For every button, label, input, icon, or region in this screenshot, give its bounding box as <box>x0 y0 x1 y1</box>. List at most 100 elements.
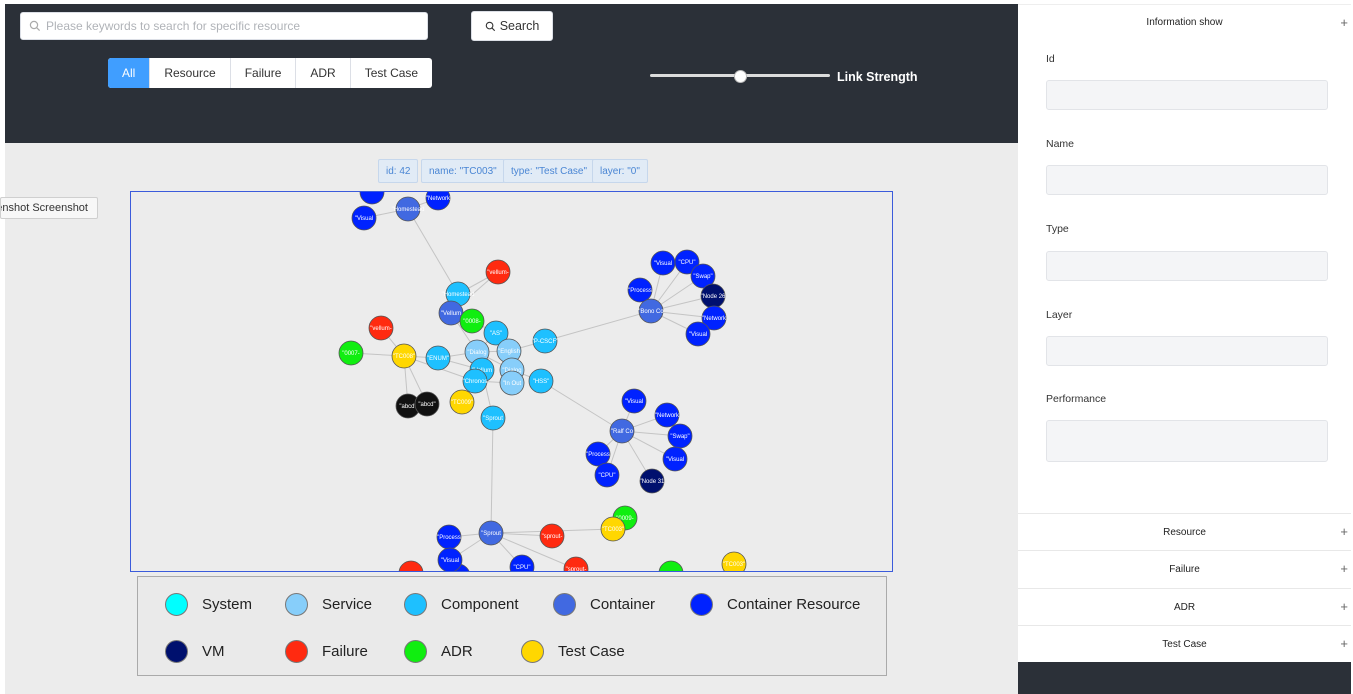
network-graph-canvas[interactable]: "Visual"Homestead"Network"vellum-"Homest… <box>131 192 892 571</box>
tab-resource[interactable]: Resource <box>149 58 229 88</box>
performance-field[interactable] <box>1046 420 1328 462</box>
graph-node[interactable]: "ENUM" <box>425 345 451 371</box>
info-panel-footer <box>1018 662 1351 694</box>
graph-node-label: "Visual <box>666 457 684 463</box>
graph-node[interactable]: "Visual <box>662 446 688 472</box>
graph-node[interactable]: "Process <box>627 277 653 303</box>
graph-node[interactable]: "CPU" <box>594 462 620 488</box>
graph-node[interactable]: "0008- <box>459 308 485 334</box>
graph-node[interactable]: "In Out <box>499 370 525 396</box>
info-panel-header[interactable]: Information show + <box>1018 4 1351 42</box>
graph-node[interactable]: "Network <box>425 192 451 211</box>
graph-node[interactable]: "vellum- <box>368 315 394 341</box>
field-label-layer: Layer <box>1046 309 1073 321</box>
plus-icon[interactable]: + <box>1340 15 1348 30</box>
graph-node[interactable]: "Visual <box>437 547 463 571</box>
graph-node[interactable]: "Ralf Co <box>609 418 635 444</box>
graph-node-label: "vellum- <box>487 270 508 276</box>
tab-adr[interactable]: ADR <box>295 58 349 88</box>
id-field[interactable] <box>1046 80 1328 110</box>
legend-swatch <box>690 593 713 616</box>
graph-node[interactable]: "TC003" <box>721 551 747 571</box>
graph-node[interactable]: "sprout- <box>563 556 589 571</box>
accordion-resource[interactable]: Resource + <box>1018 513 1351 551</box>
accordion-test-case[interactable]: Test Case + <box>1018 625 1351 663</box>
graph-node[interactable]: "Visual <box>351 205 377 231</box>
legend-label: Container <box>590 596 656 613</box>
graph-node[interactable]: "Sprout <box>478 520 504 546</box>
graph-node[interactable]: "Homestead <box>392 196 425 222</box>
graph-node-label: "In Out <box>503 381 522 387</box>
graph-node-label: "0007- <box>342 351 359 357</box>
screenshot-tooltip[interactable]: Screenshot Screenshot <box>0 197 98 219</box>
graph-node-label: "English <box>498 349 520 355</box>
graph-node-label: "Network <box>702 316 727 322</box>
legend-item-failure: Failure <box>285 640 368 663</box>
layer-field[interactable] <box>1046 336 1328 366</box>
link-strength-slider-handle[interactable] <box>734 70 747 83</box>
graph-node[interactable] <box>359 192 385 205</box>
graph-node[interactable]: "0007- <box>338 340 364 366</box>
plus-icon[interactable]: + <box>1340 561 1348 576</box>
graph-node-label: "TC009" <box>451 400 473 406</box>
legend-item-service: Service <box>285 593 372 616</box>
graph-node[interactable]: "sprout- <box>539 523 565 549</box>
graph-node-label: "Visual <box>689 332 707 338</box>
search-button-label: Search <box>499 19 540 33</box>
graph-node[interactable] <box>398 560 424 571</box>
graph-node-label: "TC003" <box>602 527 624 533</box>
graph-node[interactable]: "Vellum <box>438 300 464 326</box>
graph-node-label: "vellum- <box>370 326 391 332</box>
graph-node[interactable]: "Visual <box>685 321 711 347</box>
graph-node[interactable]: "vellum- <box>485 259 511 285</box>
graph-node-label: "Node 31 <box>640 479 665 485</box>
accordion-failure[interactable]: Failure + <box>1018 550 1351 588</box>
accordion-label: Resource <box>1163 527 1206 538</box>
graph-node[interactable]: "P-CSCF" <box>532 328 559 354</box>
plus-icon[interactable]: + <box>1340 524 1348 539</box>
legend-item-adr: ADR <box>404 640 473 663</box>
graph-node[interactable]: "Network <box>654 402 680 428</box>
tab-test-case[interactable]: Test Case <box>349 58 432 88</box>
graph-node-label: "Swap" <box>670 434 689 440</box>
legend-label: Container Resource <box>727 596 861 613</box>
network-graph[interactable]: "Visual "Homestead "Network "vellum- "Homest… <box>130 191 893 572</box>
graph-node[interactable]: "Chronos <box>463 368 488 394</box>
plus-icon[interactable]: + <box>1340 636 1348 651</box>
tab-all[interactable]: All <box>108 58 150 88</box>
graph-node[interactable]: "TC009" <box>449 389 475 415</box>
graph-node[interactable]: "Bono Co <box>638 298 664 324</box>
tab-failure[interactable]: Failure <box>229 58 296 88</box>
graph-node[interactable]: "TC003" <box>600 516 626 542</box>
graph-node[interactable]: "HSS" <box>528 368 554 394</box>
name-field[interactable] <box>1046 165 1328 195</box>
graph-node-label: "Ralf Co <box>611 429 634 435</box>
search-input[interactable]: Please keywords to search for specific r… <box>20 12 428 40</box>
graph-node-label: "Dialog <box>467 350 486 356</box>
graph-node[interactable]: "Process <box>585 441 611 467</box>
legend-label: Failure <box>322 643 368 660</box>
graph-node[interactable]: "Sprout <box>480 405 506 431</box>
graph-node[interactable] <box>658 560 684 571</box>
legend-swatch <box>285 593 308 616</box>
accordion-label: ADR <box>1173 602 1196 613</box>
graph-node-label: "Network <box>426 196 451 202</box>
plus-icon[interactable]: + <box>1340 599 1348 614</box>
graph-node[interactable]: "Node 26 <box>701 283 726 309</box>
graph-node[interactable]: "Visual <box>650 250 676 276</box>
graph-node[interactable]: "Visual <box>621 388 647 414</box>
search-button[interactable]: Search <box>471 11 553 41</box>
type-field[interactable] <box>1046 251 1328 281</box>
graph-node[interactable]: "Process <box>436 524 462 550</box>
legend-item-component: Component <box>404 593 519 616</box>
accordion-adr[interactable]: ADR + <box>1018 588 1351 626</box>
graph-node[interactable]: "abcd" <box>414 391 440 417</box>
graph-node-label: "Bono Co <box>638 309 664 315</box>
legend-label: Component <box>441 596 519 613</box>
accordion-label: Failure <box>1169 564 1200 575</box>
graph-node[interactable]: "Node 31 <box>640 468 665 494</box>
graph-node[interactable]: "Swap" <box>667 423 693 449</box>
graph-node[interactable]: "TC008" <box>391 343 417 369</box>
field-label-name: Name <box>1046 138 1075 150</box>
graph-edge <box>407 208 459 295</box>
